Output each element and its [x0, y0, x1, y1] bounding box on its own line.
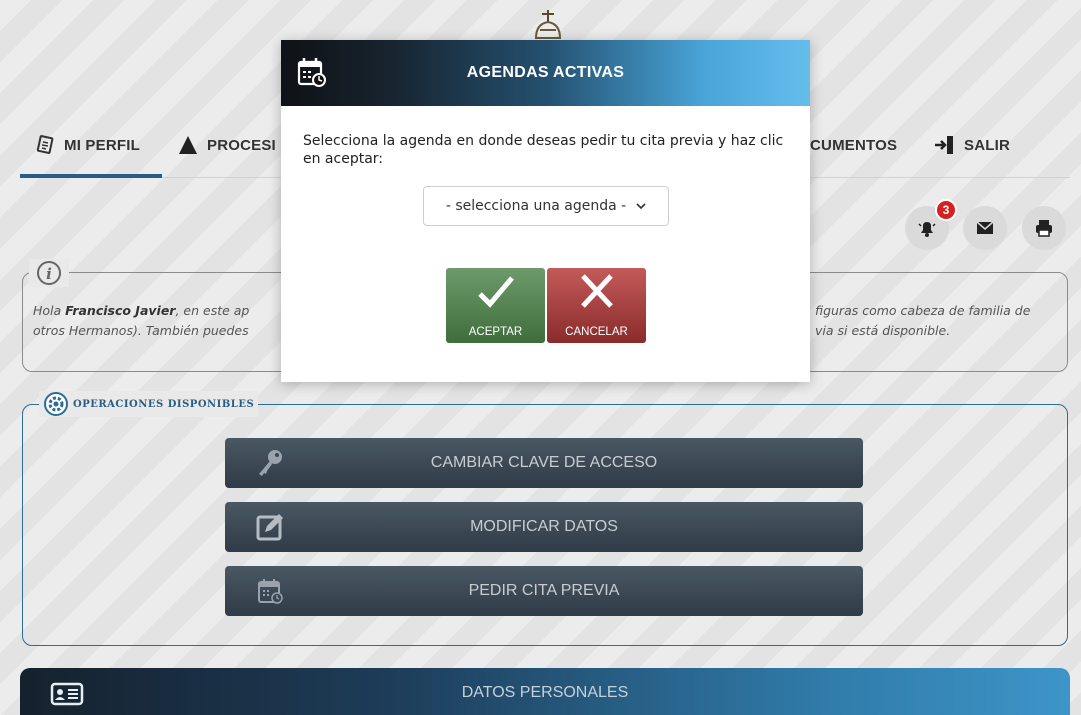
info-icon: i: [37, 261, 61, 285]
agendas-modal: AGENDAS ACTIVAS Selecciona la agenda en …: [281, 40, 810, 382]
edit-icon: [253, 511, 287, 543]
operations-legend: OPERACIONES DISPONIBLES: [39, 391, 259, 417]
button-label: CAMBIAR CLAVE DE ACCESO: [430, 454, 658, 471]
accept-label: ACEPTAR: [468, 326, 523, 338]
messages-button[interactable]: [963, 206, 1007, 250]
button-label: PEDIR CITA PREVIA: [468, 582, 620, 599]
nav-item-salir[interactable]: SALIR: [934, 120, 1010, 170]
nav-item-label: CUMENTOS: [810, 136, 898, 154]
info-text-left: Hola Francisco Javier, en este ap otros …: [33, 301, 288, 341]
personal-data-label: DATOS PERSONALES: [461, 684, 629, 701]
personal-data-section-header[interactable]: DATOS PERSONALES: [20, 668, 1070, 715]
nav-item-procesion[interactable]: PROCESI: [177, 120, 276, 170]
request-appointment-button[interactable]: PEDIR CITA PREVIA: [225, 566, 863, 616]
cancel-button[interactable]: CANCELAR: [547, 268, 646, 343]
user-name: Francisco Javier: [65, 303, 176, 318]
id-card-icon: [36, 135, 54, 154]
cancel-label: CANCELAR: [565, 326, 628, 338]
button-label: MODIFICAR DATOS: [470, 518, 618, 535]
info-legend: i: [29, 259, 69, 287]
gear-icon: [44, 392, 68, 416]
checkmark-icon: [478, 276, 514, 308]
modify-data-button[interactable]: MODIFICAR DATOS: [225, 502, 863, 552]
modal-header: AGENDAS ACTIVAS: [281, 40, 810, 106]
info-text-4: via si está disponible.: [815, 323, 951, 338]
nav-item-label: PROCESI: [207, 136, 276, 154]
key-icon: [253, 447, 287, 479]
notification-count-badge: 3: [935, 199, 957, 221]
info-text-1: , en este ap: [175, 303, 250, 318]
nav-item-label: MI PERFIL: [64, 136, 140, 154]
close-icon: [581, 274, 613, 308]
info-text-2: otros Hermanos). También puedes: [33, 323, 249, 338]
modal-title: AGENDAS ACTIVAS: [466, 64, 625, 81]
change-password-button[interactable]: CAMBIAR CLAVE DE ACCESO: [225, 438, 863, 488]
logout-icon: [935, 136, 953, 154]
info-greeting: Hola: [33, 303, 66, 318]
print-button[interactable]: [1022, 206, 1066, 250]
info-text-3: figuras como cabeza de familia de: [815, 303, 1031, 318]
brotherhood-logo: [534, 10, 562, 39]
modal-instructions: Selecciona la agenda en donde deseas ped…: [303, 133, 784, 167]
envelope-icon: [976, 221, 994, 234]
info-text-right: figuras como cabeza de familia de via si…: [815, 301, 1065, 341]
bell-alarm-icon: [918, 222, 936, 237]
operations-legend-label: OPERACIONES DISPONIBLES: [73, 398, 255, 410]
nav-item-mi-perfil[interactable]: MI PERFIL: [36, 120, 140, 170]
active-tab-indicator: [20, 174, 162, 178]
procession-icon: [179, 136, 197, 154]
accept-button[interactable]: ACEPTAR: [446, 268, 545, 343]
chevron-down-icon: [636, 203, 646, 210]
printer-icon: [1036, 220, 1052, 237]
agenda-select-value: - selecciona una agenda -: [445, 198, 627, 214]
calendar-icon: [253, 575, 287, 607]
agenda-select[interactable]: - selecciona una agenda -: [423, 186, 669, 226]
nav-item-label: SALIR: [964, 136, 1010, 154]
nav-item-documentos[interactable]: CUMENTOS: [810, 120, 897, 170]
svg-text:i: i: [46, 265, 52, 283]
